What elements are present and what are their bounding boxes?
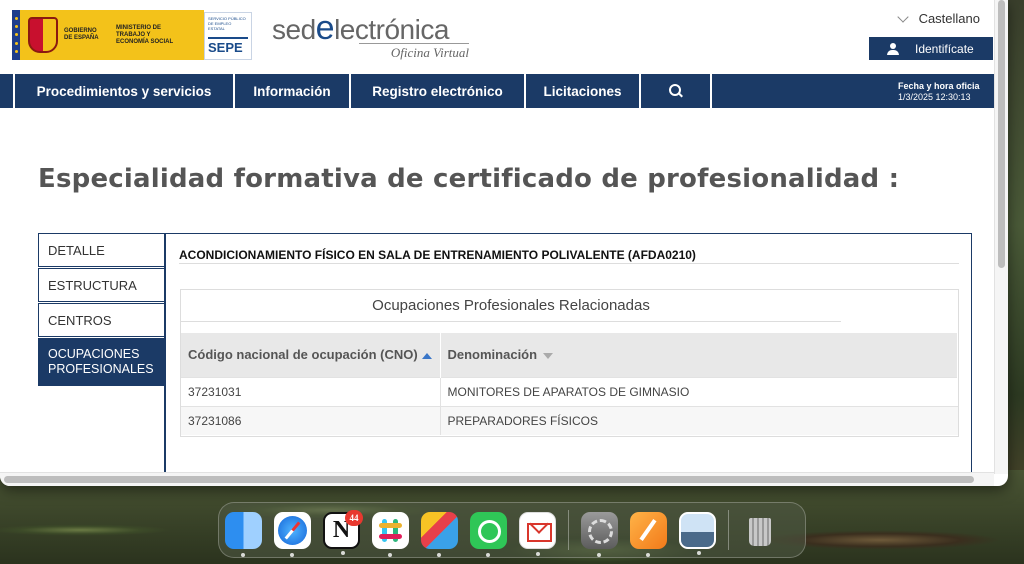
language-selector[interactable]: Castellano [896,10,980,26]
nav-spacer [0,74,15,108]
pages-icon[interactable] [630,511,667,557]
tab-detalle[interactable]: DETALLE [38,233,165,267]
sede-title: sedelectrónica [272,9,477,47]
nav-item-licitaciones[interactable]: Licitaciones [526,74,641,108]
nav-item-registro[interactable]: Registro electrónico [351,74,526,108]
cell-code: 37231086 [181,405,441,435]
system-settings-icon[interactable] [581,511,618,557]
preview-icon[interactable] [679,511,716,555]
nav-item-informacion[interactable]: Información [235,74,351,108]
sede-prefix: sed [272,14,316,45]
table-row: 37231031 MONITORES DE APARATOS DE GIMNAS… [181,376,958,406]
slack-icon[interactable] [372,511,409,557]
sede-e-letter: e [315,9,335,47]
cell-code: 37231031 [181,376,441,406]
occupations-title: Ocupaciones Profesionales Relacionadas [181,290,841,322]
cell-name: MONITORES DE APARATOS DE GIMNASIO [440,376,958,406]
search-icon [668,84,683,98]
running-indicator [486,552,490,557]
site-header: GOBIERNO DE ESPAÑA MINISTERIO DE TRABAJO… [0,0,994,74]
specialty-name: ACONDICIONAMIENTO FÍSICO EN SALA DE ENTR… [179,248,696,262]
airmail-icon[interactable] [421,511,458,557]
vertical-scrollbar[interactable] [994,0,1008,474]
sort-ascending-icon [421,352,432,359]
finder-icon[interactable] [225,511,262,557]
horizontal-scroll-thumb[interactable] [4,476,974,483]
table-header-row: Código nacional de ocupación (CNO) Denom… [181,333,958,377]
browser-window: GOBIERNO DE ESPAÑA MINISTERIO DE TRABAJO… [0,0,1008,486]
official-datetime: Fecha y hora oficia 1/3/2025 12:30:13 [898,81,994,103]
divider [179,263,959,264]
dock-separator [568,510,569,550]
dock-separator [728,510,729,550]
col-header-name[interactable]: Denominación [440,333,958,377]
main-nav: Procedimientos y servicios Información R… [0,74,994,108]
running-indicator [388,552,392,557]
nav-item-procedimientos[interactable]: Procedimientos y servicios [15,74,235,108]
col-code-label: Código nacional de ocupación (CNO) [188,347,418,363]
government-logo[interactable]: GOBIERNO DE ESPAÑA MINISTERIO DE TRABAJO… [12,10,204,60]
eu-flag-icon [12,10,20,60]
safari-icon[interactable] [274,511,311,557]
sede-suffix: lectrónica [334,14,449,45]
user-icon [887,42,899,55]
col-name-label: Denominación [447,347,538,363]
section-tabs: DETALLE ESTRUCTURA CENTROS OCUPACIONES P… [38,233,166,387]
coat-of-arms-icon [28,17,58,53]
search-button[interactable] [641,74,712,108]
ministry-text: MINISTERIO DE TRABAJO Y ECONOMÍA SOCIAL [116,24,174,45]
cell-name: PREPARADORES FÍSICOS [440,405,958,435]
running-indicator [241,552,245,557]
trash-icon[interactable] [741,512,778,549]
login-label: Identifícate [915,41,974,56]
mail-icon[interactable] [519,511,556,556]
running-indicator [697,550,701,555]
page-title: Especialidad formativa de certificado de… [38,164,900,194]
chevron-down-icon [896,10,909,23]
content-panel: ACONDICIONAMIENTO FÍSICO EN SALA DE ENTR… [164,233,972,483]
sepe-logo[interactable]: SERVICIO PÚBLICO DE EMPLEO ESTATAL SEPE [204,12,252,60]
notification-badge: 44 [345,509,363,526]
tab-ocupaciones-profesionales[interactable]: OCUPACIONES PROFESIONALES [38,338,165,386]
running-indicator [437,552,441,557]
dock: N 44 [218,502,806,558]
running-indicator [290,552,294,557]
sede-subtitle: Oficina Virtual [359,43,469,61]
login-button[interactable]: Identifícate [869,37,993,60]
tab-centros[interactable]: CENTROS [38,303,165,337]
running-indicator [646,552,650,557]
whatsapp-icon[interactable] [470,511,507,557]
sort-descending-icon [543,352,554,359]
occupations-box: Ocupaciones Profesionales Relacionadas C… [180,289,959,437]
running-indicator [597,552,601,557]
occupations-table: Código nacional de ocupación (CNO) Denom… [181,333,958,435]
vertical-scroll-thumb[interactable] [998,0,1005,268]
sede-electronica-logo[interactable]: sedelectrónica Oficina Virtual [272,9,477,61]
datetime-label: Fecha y hora oficia [898,81,980,91]
sepe-small-text: SERVICIO PÚBLICO DE EMPLEO ESTATAL [208,16,246,31]
sepe-label: SEPE [208,37,248,55]
horizontal-scrollbar[interactable] [0,472,994,486]
running-indicator [341,550,345,555]
datetime-value: 1/3/2025 12:30:13 [898,92,971,102]
gov-text: GOBIERNO DE ESPAÑA [64,28,99,41]
table-row: 37231086 PREPARADORES FÍSICOS [181,405,958,435]
language-label: Castellano [918,11,980,26]
running-indicator [536,551,540,556]
notion-icon[interactable]: N 44 [323,509,363,555]
tab-estructura[interactable]: ESTRUCTURA [38,268,165,302]
col-header-code[interactable]: Código nacional de ocupación (CNO) [181,333,441,377]
